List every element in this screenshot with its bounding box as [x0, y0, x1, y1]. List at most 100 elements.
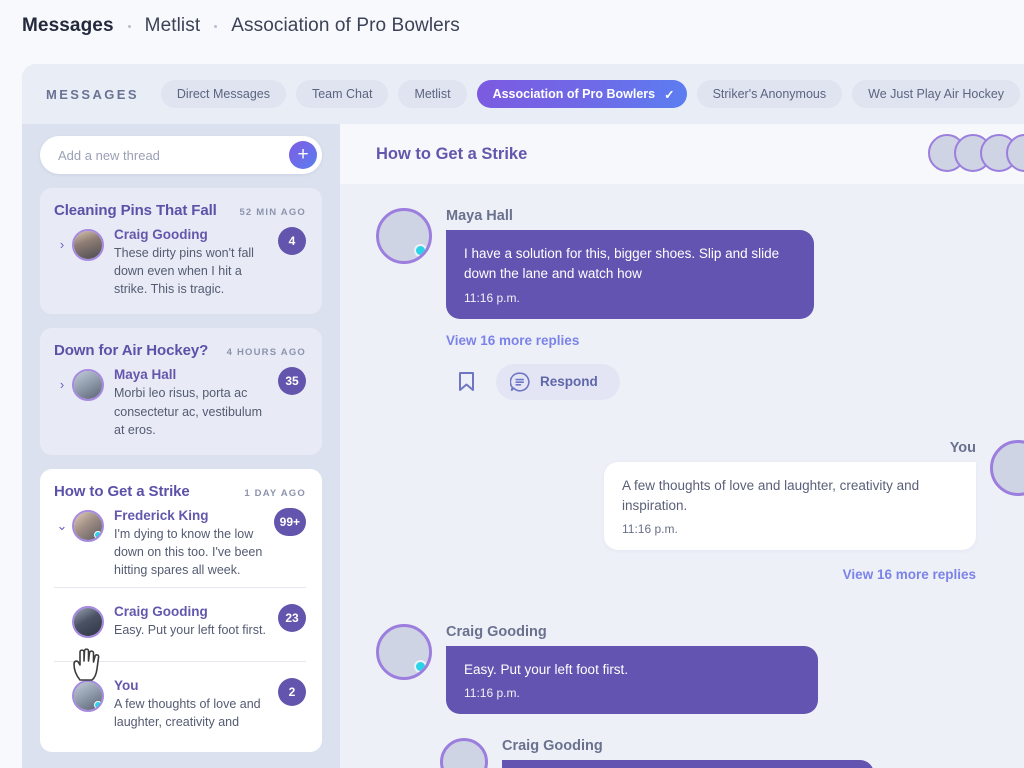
respond-label: Respond	[540, 374, 598, 389]
message-bubble[interactable]: A few thoughts of love and laughter, cre…	[604, 461, 976, 550]
avatar	[72, 606, 104, 639]
thread-header: Down for Air Hockey? 4 HOURS AGO	[54, 342, 306, 359]
thread-preview-row[interactable]: › Craig Gooding These dirty pins won't f…	[54, 227, 306, 298]
reply-author: You	[114, 678, 139, 694]
message-time: 11:16 p.m.	[464, 686, 520, 701]
message-author: You	[949, 439, 976, 456]
tab-label: Direct Messages	[176, 87, 270, 101]
message-lines-icon	[510, 371, 530, 392]
reply-snippet: Easy. Put your left foot first.	[114, 623, 266, 638]
unread-badge: 99+	[273, 507, 306, 536]
message-actions: Respond	[446, 363, 1020, 400]
message-group-craig-gooding-nested: Craig Gooding	[340, 738, 1024, 768]
message-bubble[interactable]: I have a solution for this, bigger shoes…	[446, 230, 814, 319]
reply-author: Craig Gooding	[114, 604, 208, 620]
thread-timestamp: 52 MIN AGO	[239, 207, 306, 218]
message-author: Craig Gooding	[446, 624, 547, 640]
avatar	[72, 509, 104, 542]
tab-metlist[interactable]: Metlist	[398, 80, 467, 108]
thread-author: Maya Hall	[114, 367, 177, 383]
chat-panel: How to Get a Strike Maya Hall I have a s…	[340, 124, 1024, 768]
reply-snippet: A few thoughts of love and laughter, cre…	[114, 697, 261, 730]
tab-label: We Just Play Air Hockey	[868, 87, 1005, 101]
bookmark-icon[interactable]	[446, 364, 486, 400]
message-time: 11:16 p.m.	[464, 290, 520, 305]
message-group-maya-hall: Maya Hall I have a solution for this, bi…	[340, 208, 1024, 400]
breadcrumb-item-association[interactable]: Association of Pro Bowlers	[231, 15, 460, 37]
breadcrumb-item-messages[interactable]: Messages	[22, 15, 114, 37]
view-more-replies-link-wrapper: View 16 more replies	[340, 566, 1024, 584]
thread-author: Craig Gooding	[114, 227, 208, 242]
thread-card-air-hockey[interactable]: Down for Air Hockey? 4 HOURS AGO › Maya …	[40, 328, 322, 455]
thread-reply-row[interactable]: You A few thoughts of love and laughter,…	[54, 661, 306, 745]
message-bubble[interactable]	[502, 760, 874, 768]
message-text: Easy. Put your left foot first.	[464, 662, 629, 677]
tabbar-title: MESSAGES	[46, 86, 139, 102]
tab-association-of-pro-bowlers[interactable]: Association of Pro Bowlers ✓	[476, 80, 687, 108]
message-group-you: You A few thoughts of love and laughter,…	[340, 439, 1024, 550]
tab-label: Team Chat	[311, 87, 373, 101]
avatar	[72, 369, 104, 402]
tab-label: Metlist	[414, 87, 451, 101]
chevron-right-icon[interactable]: ›	[54, 227, 70, 252]
thread-title: Cleaning Pins That Fall	[54, 202, 217, 219]
respond-button[interactable]: Respond	[496, 363, 620, 400]
chat-title: How to Get a Strike	[376, 144, 528, 163]
view-more-replies-link[interactable]: View 16 more replies	[843, 567, 976, 582]
thread-preview-row[interactable]: › Maya Hall Morbi leo risus, porta ac co…	[54, 367, 306, 438]
avatar	[72, 680, 104, 713]
chat-header: How to Get a Strike	[340, 124, 1024, 184]
thread-snippet: These dirty pins won't fall down even wh…	[114, 246, 254, 297]
view-more-replies-link[interactable]: View 16 more replies	[446, 333, 1020, 348]
channel-tabbar: MESSAGES Direct Messages Team Chat Metli…	[22, 64, 1024, 124]
tab-direct-messages[interactable]: Direct Messages	[160, 80, 286, 108]
thread-header: Cleaning Pins That Fall 52 MIN AGO	[54, 202, 306, 219]
tab-label: Striker's Anonymous	[712, 87, 827, 101]
message-text: I have a solution for this, bigger shoes…	[464, 246, 780, 282]
message-text: A few thoughts of love and laughter, cre…	[622, 477, 920, 513]
breadcrumb-separator-icon	[214, 24, 218, 28]
chevron-down-icon[interactable]: ⌄	[54, 508, 70, 534]
thread-timestamp: 4 HOURS AGO	[226, 347, 306, 359]
unread-badge: 23	[278, 604, 306, 633]
tab-strikers-anonymous[interactable]: Striker's Anonymous	[696, 80, 843, 108]
message-author: Craig Gooding	[502, 738, 603, 755]
breadcrumb: Messages Metlist Association of Pro Bowl…	[0, 0, 1024, 52]
message-group-craig-gooding: Craig Gooding Easy. Put your left foot f…	[340, 624, 1024, 715]
thread-author: Frederick King	[114, 507, 209, 523]
chevron-right-icon[interactable]: ›	[54, 367, 70, 392]
thread-header: How to Get a Strike 1 DAY AGO	[54, 483, 306, 500]
message-bubble[interactable]: Easy. Put your left foot first. 11:16 p.…	[446, 646, 818, 715]
thread-reply-row[interactable]: Craig Gooding Easy. Put your left foot f…	[54, 587, 306, 653]
breadcrumb-item-metlist[interactable]: Metlist	[145, 15, 201, 37]
tab-team-chat[interactable]: Team Chat	[295, 80, 389, 108]
breadcrumb-separator-icon	[127, 24, 131, 28]
message-author: Maya Hall	[446, 208, 513, 224]
avatar	[376, 624, 432, 680]
message-time: 11:16 p.m.	[622, 522, 678, 536]
tab-label: Association of Pro Bowlers	[492, 87, 656, 101]
participant-avatar-stack[interactable]	[928, 134, 1024, 172]
avatar	[72, 229, 104, 261]
unread-badge: 2	[278, 678, 306, 707]
thread-title: Down for Air Hockey?	[54, 342, 209, 360]
thread-card-cleaning-pins[interactable]: Cleaning Pins That Fall 52 MIN AGO › Cra…	[40, 188, 322, 315]
chat-message-list[interactable]: Maya Hall I have a solution for this, bi…	[340, 184, 1024, 768]
thread-card-how-to-get-a-strike[interactable]: How to Get a Strike 1 DAY AGO ⌄ Frederic…	[40, 468, 322, 752]
messages-panel: MESSAGES Direct Messages Team Chat Metli…	[22, 64, 1024, 768]
tab-we-just-play-air-hockey[interactable]: We Just Play Air Hockey	[852, 80, 1021, 108]
unread-badge: 35	[278, 367, 306, 396]
thread-snippet: Morbi leo risus, porta ac consectetur ac…	[114, 386, 262, 437]
avatar	[440, 738, 488, 768]
unread-badge: 4	[278, 227, 306, 255]
thread-title: How to Get a Strike	[54, 482, 190, 500]
plus-icon[interactable]: +	[289, 141, 317, 169]
thread-snippet: I'm dying to know the low down on this t…	[114, 526, 263, 577]
check-icon: ✓	[664, 87, 675, 102]
thread-preview-row[interactable]: ⌄ Frederick King I'm dying to know the l…	[54, 507, 306, 579]
avatar	[376, 208, 432, 264]
avatar	[990, 439, 1024, 496]
add-thread-row[interactable]: Add a new thread +	[40, 136, 322, 174]
add-thread-input[interactable]: Add a new thread	[58, 148, 289, 163]
thread-sidebar: Add a new thread + Cleaning Pins That Fa…	[22, 124, 340, 768]
